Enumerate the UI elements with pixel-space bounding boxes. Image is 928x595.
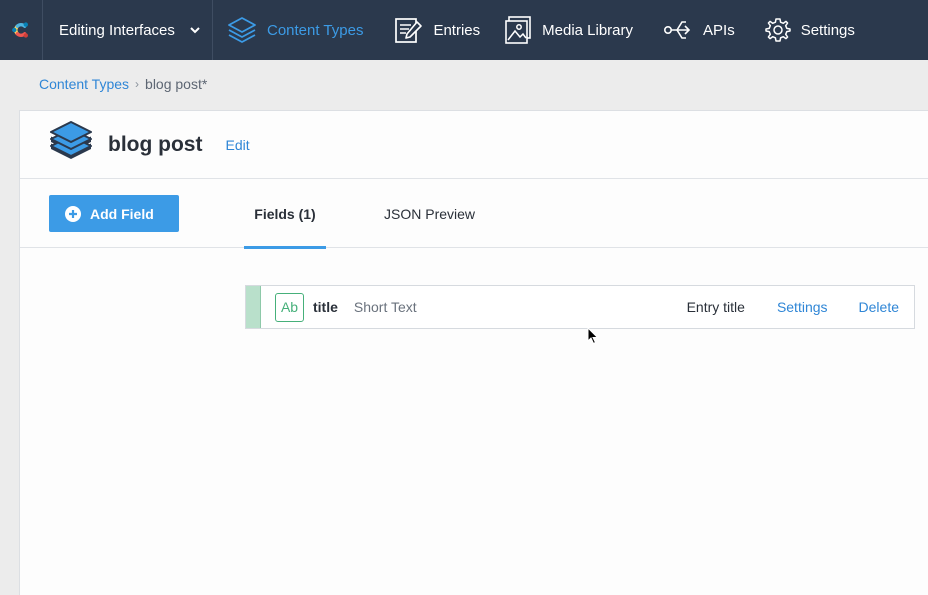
content-type-editor: blog post Edit Add Field Fields (1) JSON… (19, 110, 928, 595)
nav-apis-label: APIs (703, 21, 735, 39)
tab-json-preview-label: JSON Preview (384, 205, 476, 222)
api-share-icon (663, 17, 693, 43)
chevron-down-icon (190, 26, 200, 34)
nav-content-types-label: Content Types (267, 21, 364, 39)
short-text-type-icon: Ab (275, 292, 304, 322)
content-type-header: blog post Edit (20, 111, 928, 179)
tab-fields[interactable]: Fields (1) (244, 179, 326, 249)
fields-toolbar: Add Field Fields (1) JSON Preview (20, 179, 928, 249)
nav-media-library[interactable]: Media Library (504, 0, 633, 60)
tab-json-preview[interactable]: JSON Preview (384, 179, 475, 248)
breadcrumb-separator: › (135, 77, 140, 91)
nav-settings-label: Settings (800, 21, 855, 39)
field-type: Short Text (353, 299, 417, 315)
active-tab-indicator (244, 246, 326, 249)
breadcrumb-current: blog post* (145, 76, 208, 92)
field-settings-link[interactable]: Settings (777, 299, 828, 315)
tab-fields-label: Fields (1) (254, 205, 316, 222)
nav-entries-label: Entries (433, 21, 481, 39)
content-type-title: blog post (108, 132, 203, 156)
image-icon (504, 15, 532, 45)
field-delete-link[interactable]: Delete (859, 299, 899, 315)
gear-icon (764, 17, 791, 43)
plus-circle-icon (65, 205, 81, 222)
mouse-pointer-icon (587, 326, 599, 350)
space-switcher[interactable]: Editing Interfaces (43, 0, 213, 60)
field-row[interactable]: Ab title Short Text Entry title Settings… (245, 285, 915, 329)
nav-apis[interactable]: APIs (663, 0, 735, 60)
contentful-logo[interactable] (0, 0, 43, 60)
add-field-label: Add Field (90, 205, 154, 222)
entries-edit-icon (393, 15, 423, 45)
content-type-layers-icon (48, 120, 94, 169)
edit-content-type-link[interactable]: Edit (225, 137, 249, 153)
field-drag-handle[interactable] (246, 286, 261, 328)
breadcrumb-content-types[interactable]: Content Types (39, 76, 129, 92)
breadcrumb: Content Types › blog post* (39, 76, 207, 92)
nav-content-types[interactable]: Content Types (227, 0, 363, 60)
nav-settings[interactable]: Settings (764, 0, 855, 60)
top-navigation: Editing Interfaces Content Types Entries (0, 0, 928, 60)
add-field-button[interactable]: Add Field (49, 195, 179, 232)
layers-icon (227, 16, 257, 44)
nav-media-library-label: Media Library (542, 21, 634, 39)
contentful-logo-icon (12, 22, 28, 38)
space-name: Editing Interfaces (59, 21, 175, 39)
field-name: title (313, 299, 338, 315)
nav-entries[interactable]: Entries (393, 0, 480, 60)
entry-title-label: Entry title (686, 299, 745, 315)
